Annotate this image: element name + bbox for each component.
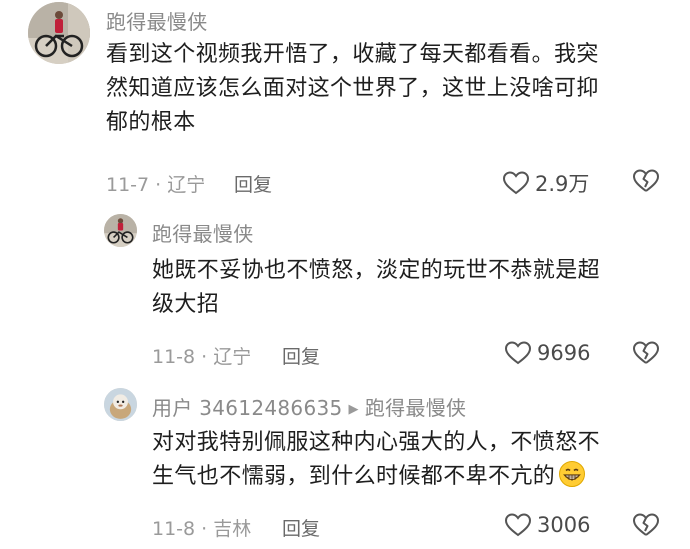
broken-heart-icon[interactable] bbox=[632, 340, 660, 366]
comment-text-line: 级大招 bbox=[152, 292, 220, 317]
avatar[interactable] bbox=[28, 2, 90, 64]
heart-icon bbox=[502, 171, 530, 195]
avatar[interactable] bbox=[104, 214, 137, 247]
comment-text-line: 对对我特别佩服这种内心强大的人，不愤怒不 bbox=[152, 430, 601, 455]
heart-icon bbox=[504, 513, 532, 537]
like-button[interactable]: 2.9万 bbox=[502, 168, 589, 198]
comment-text-line: 生气也不懦弱，到什么时候都不卑不亢的 bbox=[152, 460, 662, 494]
comment-date-location: 11-8 · 辽宁 bbox=[152, 346, 252, 368]
comment-text-line: 她既不妥协也不愤怒，淡定的玩世不恭就是超 bbox=[152, 258, 601, 283]
comment-text: 看到这个视频我开悟了，收藏了每天都看看。我突 然知道应该怎么面对这个世界了，这世… bbox=[106, 38, 666, 140]
replied-to-name[interactable]: 跑得最慢侠 bbox=[365, 396, 467, 420]
comment-date-location: 11-7 · 辽宁 bbox=[106, 174, 206, 196]
reply-arrow-icon: ▶ bbox=[348, 402, 359, 417]
like-count: 9696 bbox=[537, 341, 591, 365]
like-count: 2.9万 bbox=[535, 172, 590, 196]
comment-text-segment: 生气也不懦弱，到什么时候都不卑不亢的 bbox=[152, 464, 556, 489]
comment-text-line: 看到这个视频我开悟了，收藏了每天都看看。我突 bbox=[106, 42, 599, 67]
commenter-name[interactable]: 用户 34612486635 bbox=[152, 396, 343, 420]
avatar[interactable] bbox=[104, 388, 137, 421]
broken-heart-icon[interactable] bbox=[632, 168, 660, 194]
comment-text-line: 然知道应该怎么面对这个世界了，这世上没啥可抑 bbox=[106, 76, 599, 101]
like-button[interactable]: 9696 bbox=[504, 340, 590, 366]
comment-username[interactable]: 跑得最慢侠 bbox=[152, 218, 254, 247]
comment-date-location: 11-8 · 吉林 bbox=[152, 518, 252, 540]
heart-icon bbox=[504, 341, 532, 365]
reply-button[interactable]: 回复 bbox=[282, 514, 320, 541]
cyclist-avatar-icon bbox=[28, 2, 90, 64]
comment-username[interactable]: 用户 34612486635 ▶ 跑得最慢侠 bbox=[152, 392, 466, 421]
sheep-avatar-icon bbox=[104, 388, 137, 421]
comment-text: 对对我特别佩服这种内心强大的人，不愤怒不 生气也不懦弱，到什么时候都不卑不亢的 bbox=[152, 426, 662, 494]
comment-text-line: 郁的根本 bbox=[106, 110, 196, 135]
reply-button[interactable]: 回复 bbox=[234, 170, 272, 197]
reply-button[interactable]: 回复 bbox=[282, 342, 320, 369]
like-button[interactable]: 3006 bbox=[504, 512, 590, 538]
cyclist-avatar-icon bbox=[104, 214, 137, 247]
grinning-face-emoji-icon bbox=[559, 461, 586, 487]
comment-username[interactable]: 跑得最慢侠 bbox=[106, 6, 208, 35]
broken-heart-icon[interactable] bbox=[632, 512, 660, 538]
like-count: 3006 bbox=[537, 513, 591, 537]
comment-text: 她既不妥协也不愤怒，淡定的玩世不恭就是超 级大招 bbox=[152, 254, 662, 322]
